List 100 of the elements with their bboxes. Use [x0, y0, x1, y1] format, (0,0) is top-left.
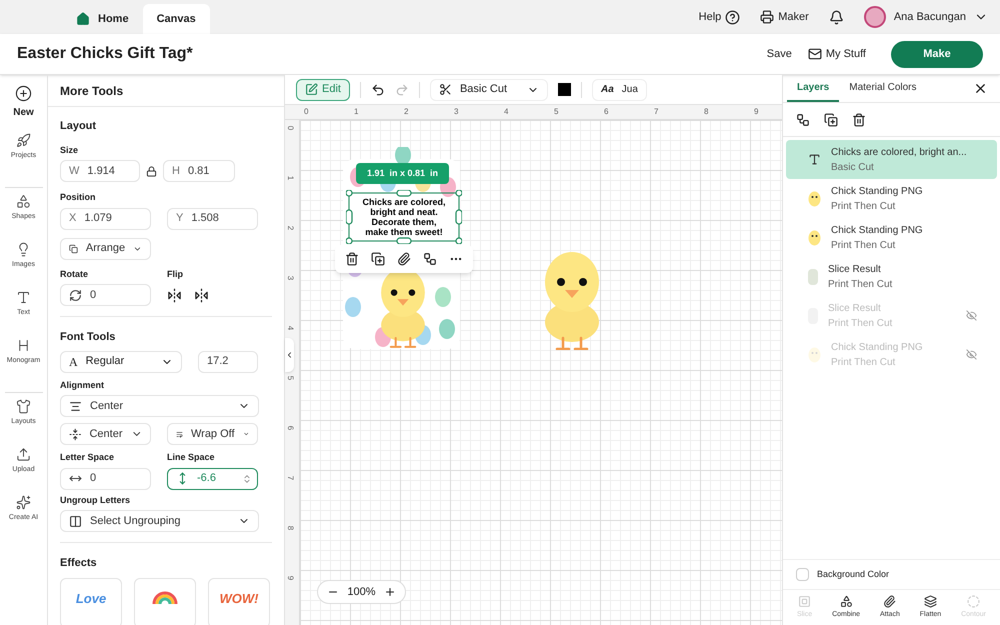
- notification-icon[interactable]: [828, 10, 844, 24]
- sparkle-icon: [16, 495, 31, 510]
- size-badge: 1.91 in x 0.81 in: [356, 163, 449, 184]
- vertical-center-icon: [69, 428, 82, 440]
- columns-icon: [69, 514, 82, 528]
- font-style-dropdown[interactable]: A Regular: [60, 350, 182, 372]
- close-icon[interactable]: [973, 81, 988, 96]
- y-position-field[interactable]: Y 1.508: [167, 208, 258, 230]
- hidden-icon[interactable]: [966, 349, 977, 360]
- stepper-icon[interactable]: [242, 474, 252, 484]
- layer-item[interactable]: Chick Standing PNG Print Then Cut: [786, 179, 997, 218]
- ruler-label: 5: [554, 106, 558, 118]
- shapes-icon: [16, 194, 31, 209]
- shapes-icon: [840, 594, 853, 608]
- panel-tab[interactable]: Material Colors: [839, 75, 926, 102]
- ruler-label: 3: [454, 106, 458, 118]
- paperclip-icon: [883, 594, 896, 608]
- save-button[interactable]: Save: [766, 46, 792, 62]
- ruler-label: 0: [304, 106, 308, 118]
- layer-item[interactable]: Slice Result Print Then Cut: [786, 257, 997, 296]
- ruler-label: 7: [654, 106, 658, 118]
- field-label: Line Space: [167, 451, 216, 464]
- layer-operation: Print Then Cut: [831, 238, 896, 252]
- new-icon: [15, 85, 32, 102]
- help-icon: [725, 10, 740, 24]
- layer-operation: Print Then Cut: [831, 356, 896, 370]
- ruler-label: 9: [754, 106, 758, 118]
- chick-thumbnail: [808, 346, 821, 362]
- field-label: Letter Space: [60, 451, 116, 464]
- background-color-checkbox[interactable]: [796, 568, 809, 581]
- operation-dropdown[interactable]: Basic Cut: [430, 78, 548, 100]
- upload-icon: [16, 447, 31, 462]
- top-tab[interactable]: Home: [62, 4, 143, 34]
- wrap-dropdown[interactable]: Wrap Off: [167, 423, 258, 445]
- selection-box[interactable]: [346, 190, 462, 244]
- arrange-dropdown[interactable]: Arrange: [60, 238, 151, 260]
- letter-space-field[interactable]: 0: [60, 468, 151, 490]
- chick-thumbnail: [808, 190, 821, 206]
- layer-item[interactable]: Chick Standing PNG Print Then Cut: [786, 218, 997, 257]
- layer-operation: Print Then Cut: [828, 278, 894, 292]
- delete-icon[interactable]: [852, 112, 866, 126]
- group-icon[interactable]: [423, 252, 437, 266]
- background-color-label: Background Color: [817, 568, 890, 581]
- paperclip-icon[interactable]: [397, 252, 411, 266]
- ruler-label: 7: [285, 476, 296, 480]
- font-style-glyph: A: [69, 354, 78, 370]
- make-button[interactable]: Make: [891, 40, 983, 68]
- collapse-handle[interactable]: [285, 338, 294, 372]
- ruler-label: 8: [285, 526, 296, 530]
- ruler-label: 9: [285, 576, 296, 580]
- layer-item[interactable]: Chicks are colored, bright an... Basic Cut: [786, 140, 997, 179]
- vertical-align-dropdown[interactable]: Center: [60, 423, 151, 445]
- mail-icon: [808, 47, 822, 61]
- undo-icon[interactable]: [370, 82, 385, 96]
- dashed-circle-icon: [967, 594, 980, 608]
- edit-button[interactable]: Edit: [296, 78, 350, 100]
- width-field[interactable]: W 1.914: [60, 160, 140, 182]
- color-swatch[interactable]: [558, 83, 571, 96]
- zoom-in-icon[interactable]: [384, 586, 396, 598]
- field-label: Size: [60, 144, 80, 156]
- ruler-label: 1: [285, 176, 296, 180]
- text-icon: [16, 290, 31, 305]
- printer-icon: [760, 10, 774, 24]
- section-heading: Layout: [60, 119, 98, 134]
- ruler-label: 5: [285, 376, 296, 380]
- align-center-icon: [69, 400, 82, 412]
- x-position-field[interactable]: X 1.079: [60, 208, 151, 230]
- delete-icon[interactable]: [345, 252, 359, 266]
- home-icon: [76, 12, 90, 26]
- arrange-icon: [69, 242, 78, 254]
- panel-tab[interactable]: Layers: [787, 75, 840, 102]
- layer-operation: Print Then Cut: [828, 316, 894, 330]
- rail-item[interactable]: New: [13, 85, 34, 133]
- font-dropdown[interactable]: Aa Jua: [592, 78, 647, 100]
- duplicate-icon[interactable]: [371, 252, 385, 266]
- maker-button[interactable]: Maker: [760, 8, 809, 26]
- field-label: Ungroup Letters: [60, 494, 132, 507]
- ungroup-dropdown[interactable]: Select Ungrouping: [60, 510, 259, 532]
- duplicate-icon[interactable]: [824, 112, 838, 126]
- my-stuff-button[interactable]: My Stuff: [808, 46, 866, 62]
- flip-horizontal-icon[interactable]: [167, 288, 182, 302]
- height-field[interactable]: H 0.81: [163, 160, 235, 182]
- user-menu[interactable]: Ana Bacungan: [864, 6, 988, 28]
- alignment-dropdown[interactable]: Center: [60, 395, 259, 417]
- effect-tile[interactable]: [134, 578, 196, 625]
- help-button[interactable]: Help: [698, 8, 740, 26]
- top-tab[interactable]: Canvas: [142, 4, 210, 34]
- lock-icon[interactable]: [146, 166, 157, 176]
- font-size-field[interactable]: 17.2: [198, 350, 258, 372]
- field-label: Alignment: [60, 378, 105, 392]
- flip-vertical-icon[interactable]: [194, 288, 209, 302]
- group-icon[interactable]: [796, 112, 810, 126]
- rotate-field[interactable]: 0: [60, 284, 151, 306]
- ruler-label: 6: [604, 106, 608, 118]
- rotate-icon: [69, 288, 82, 302]
- ruler-label: 8: [704, 106, 708, 118]
- layer-name: Slice Result: [828, 302, 882, 316]
- hidden-icon[interactable]: [966, 310, 977, 321]
- line-space-field[interactable]: -6.6: [167, 468, 258, 490]
- panel-title: More Tools: [48, 75, 284, 107]
